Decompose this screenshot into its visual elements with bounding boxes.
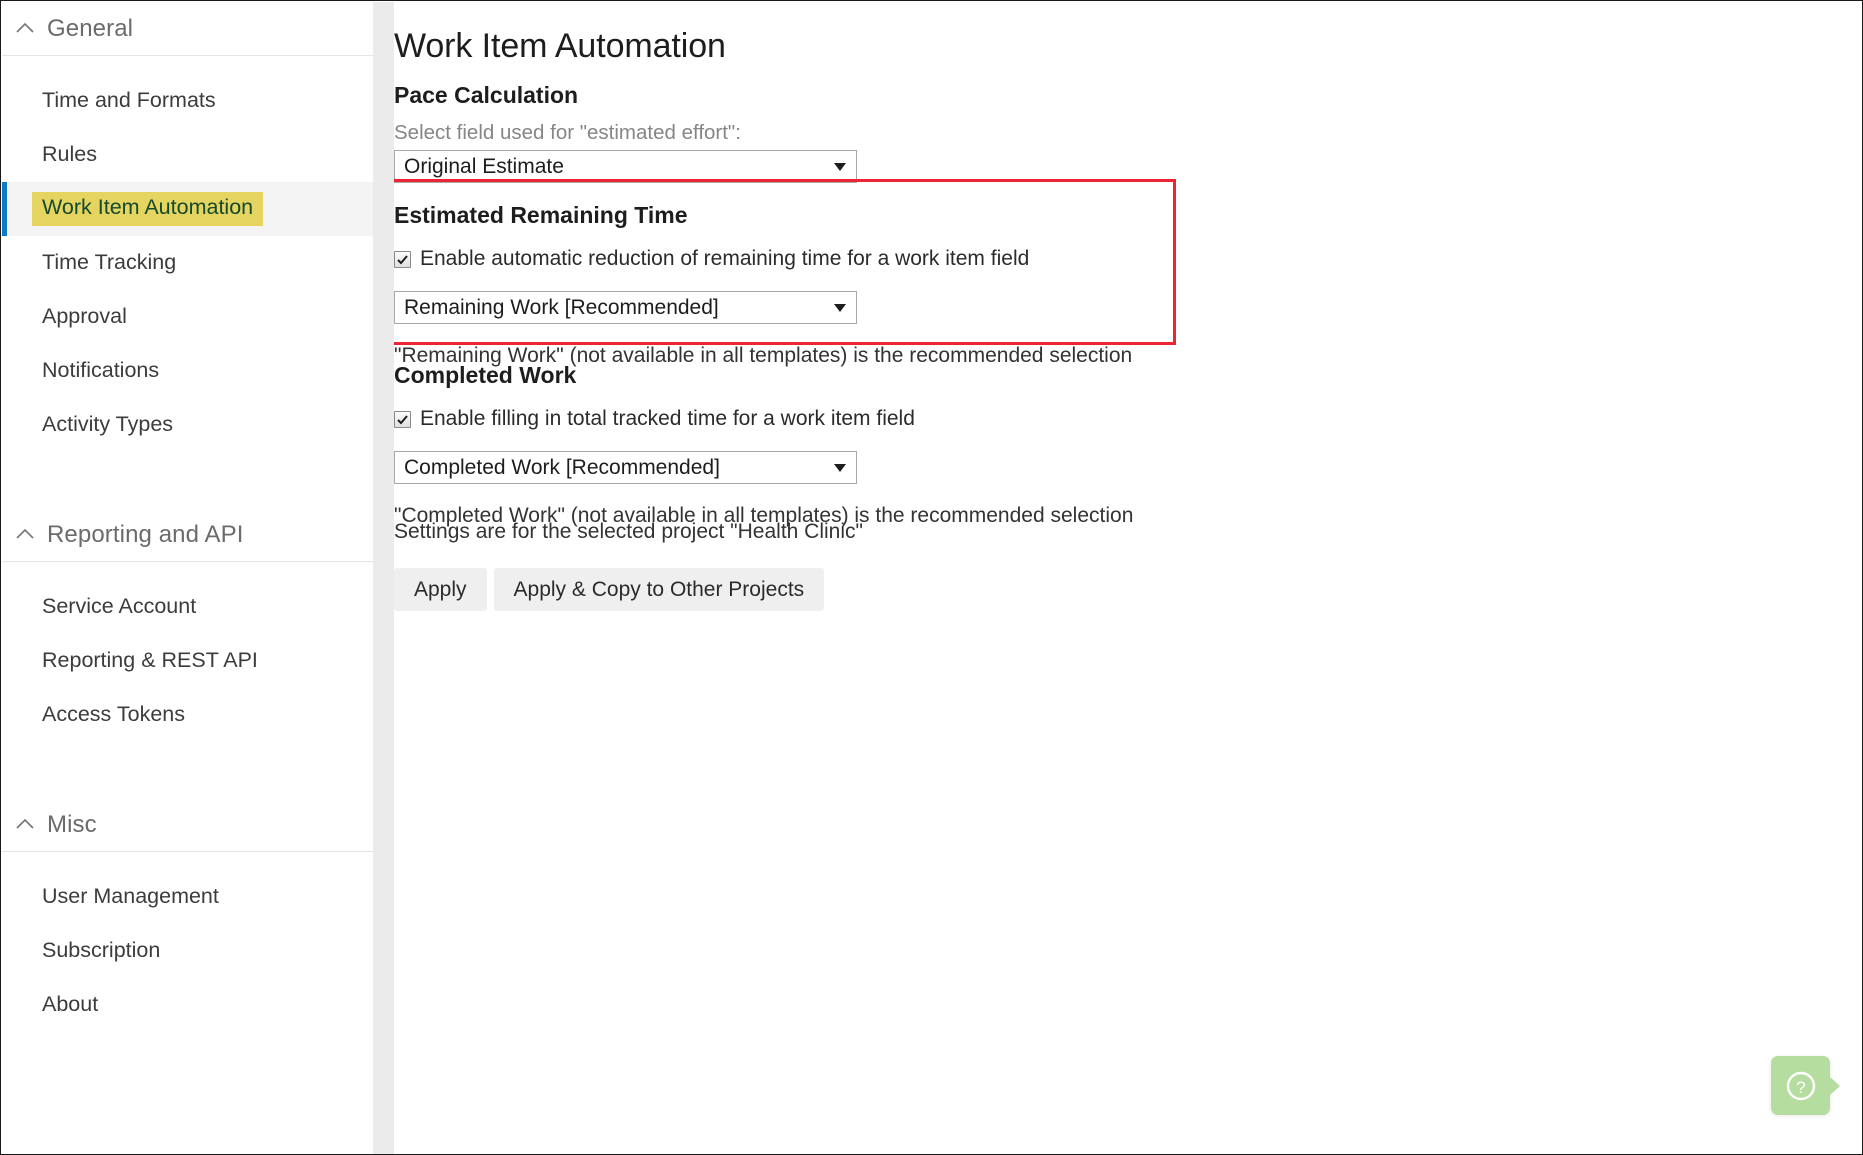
sidebar-item-time-and-formats[interactable]: Time and Formats — [2, 74, 373, 128]
sidebar-item-label: Service Account — [42, 594, 197, 619]
sidebar-item-label: Time and Formats — [42, 88, 216, 113]
sidebar-item-label: Work Item Automation — [32, 192, 264, 226]
sidebar-item-time-tracking[interactable]: Time Tracking — [2, 236, 373, 290]
sidebar-section-header-general[interactable]: General — [2, 2, 373, 56]
settings-window: General Time and Formats Rules Work Item… — [0, 0, 1863, 1155]
sidebar-item-rules[interactable]: Rules — [2, 128, 373, 182]
sidebar-section-label-misc: Misc — [47, 810, 97, 838]
chevron-up-icon — [12, 812, 38, 838]
sidebar-item-label: Access Tokens — [42, 702, 186, 727]
sidebar-item-label: Rules — [42, 142, 97, 167]
sidebar-item-label: Reporting & REST API — [42, 648, 258, 673]
completed-work-field-dropdown[interactable]: Completed Work [Recommended] — [394, 451, 857, 484]
estimated-effort-field-label: Select field used for "estimated effort"… — [394, 121, 741, 144]
completed-work-field-dropdown-value: Completed Work [Recommended] — [404, 455, 720, 479]
question-mark-icon: ? — [1786, 1071, 1815, 1100]
completed-work-checkbox-row[interactable]: Enable filling in total tracked time for… — [394, 407, 1133, 431]
sidebar-item-label: Activity Types — [42, 412, 174, 437]
sidebar-item-label: About — [42, 992, 99, 1017]
sidebar-section-header-misc[interactable]: Misc — [2, 798, 373, 852]
chevron-down-icon — [834, 303, 846, 312]
chevron-down-icon — [834, 463, 846, 472]
help-button[interactable]: ? — [1771, 1056, 1830, 1115]
chevron-up-icon — [12, 522, 38, 548]
completed-work-checkbox-label: Enable filling in total tracked time for… — [420, 407, 915, 430]
estimated-effort-dropdown[interactable]: Original Estimate — [394, 150, 857, 183]
sidebar-item-label: User Management — [42, 884, 219, 909]
sidebar-item-notifications[interactable]: Notifications — [2, 344, 373, 398]
sidebar-item-approval[interactable]: Approval — [2, 290, 373, 344]
remaining-work-field-dropdown[interactable]: Remaining Work [Recommended] — [394, 291, 857, 324]
main-content: Work Item Automation Pace Calculation Se… — [394, 2, 1861, 1153]
sidebar-item-access-tokens[interactable]: Access Tokens — [2, 688, 373, 742]
estimated-remaining-time-checkbox-label: Enable automatic reduction of remaining … — [420, 247, 1030, 270]
completed-work-section: Completed Work Enable filling in total t… — [394, 362, 1133, 528]
sidebar-item-label: Approval — [42, 304, 127, 329]
page-title: Work Item Automation — [394, 27, 726, 65]
estimated-effort-dropdown-value: Original Estimate — [404, 154, 564, 178]
completed-work-heading: Completed Work — [394, 362, 577, 388]
sidebar-item-reporting-rest-api[interactable]: Reporting & REST API — [2, 634, 373, 688]
estimated-remaining-time-checkbox-row[interactable]: Enable automatic reduction of remaining … — [394, 247, 1132, 271]
checkmark-icon — [397, 414, 408, 424]
chevron-up-icon — [12, 16, 38, 42]
estimated-remaining-time-heading: Estimated Remaining Time — [394, 202, 688, 228]
remaining-work-field-dropdown-value: Remaining Work [Recommended] — [404, 295, 719, 319]
sidebar-item-label: Subscription — [42, 938, 161, 963]
sidebar-item-activity-types[interactable]: Activity Types — [2, 398, 373, 452]
sidebar-item-service-account[interactable]: Service Account — [2, 580, 373, 634]
footer-button-group: Apply Apply & Copy to Other Projects — [394, 568, 863, 611]
svg-text:?: ? — [1796, 1078, 1805, 1097]
apply-and-copy-to-other-projects-button[interactable]: Apply & Copy to Other Projects — [493, 568, 825, 611]
sidebar-section-header-reporting-and-api[interactable]: Reporting and API — [2, 508, 373, 562]
estimated-remaining-time-section: Estimated Remaining Time Enable automati… — [394, 202, 1132, 368]
settings-footer: Settings are for the selected project "H… — [394, 520, 863, 611]
sidebar-section-label-general: General — [47, 14, 134, 42]
sidebar-item-user-management[interactable]: User Management — [2, 870, 373, 924]
apply-button[interactable]: Apply — [394, 568, 487, 611]
sidebar-item-subscription[interactable]: Subscription — [2, 924, 373, 978]
sidebar-section-label-reporting-and-api: Reporting and API — [47, 520, 244, 548]
sidebar-item-work-item-automation[interactable]: Work Item Automation — [2, 182, 373, 236]
sidebar-item-about[interactable]: About — [2, 978, 373, 1032]
checkmark-icon — [397, 254, 408, 264]
sidebar-item-label: Notifications — [42, 358, 160, 383]
chevron-down-icon — [834, 162, 846, 171]
pace-calculation-heading: Pace Calculation — [394, 82, 579, 108]
pace-calculation-section: Pace Calculation Select field used for "… — [394, 82, 857, 183]
estimated-remaining-time-checkbox[interactable] — [394, 250, 411, 268]
completed-work-checkbox[interactable] — [394, 410, 411, 428]
settings-sidebar: General Time and Formats Rules Work Item… — [2, 2, 373, 1154]
sidebar-content-divider — [373, 2, 394, 1154]
selected-project-note: Settings are for the selected project "H… — [394, 520, 863, 543]
sidebar-item-label: Time Tracking — [42, 250, 177, 275]
